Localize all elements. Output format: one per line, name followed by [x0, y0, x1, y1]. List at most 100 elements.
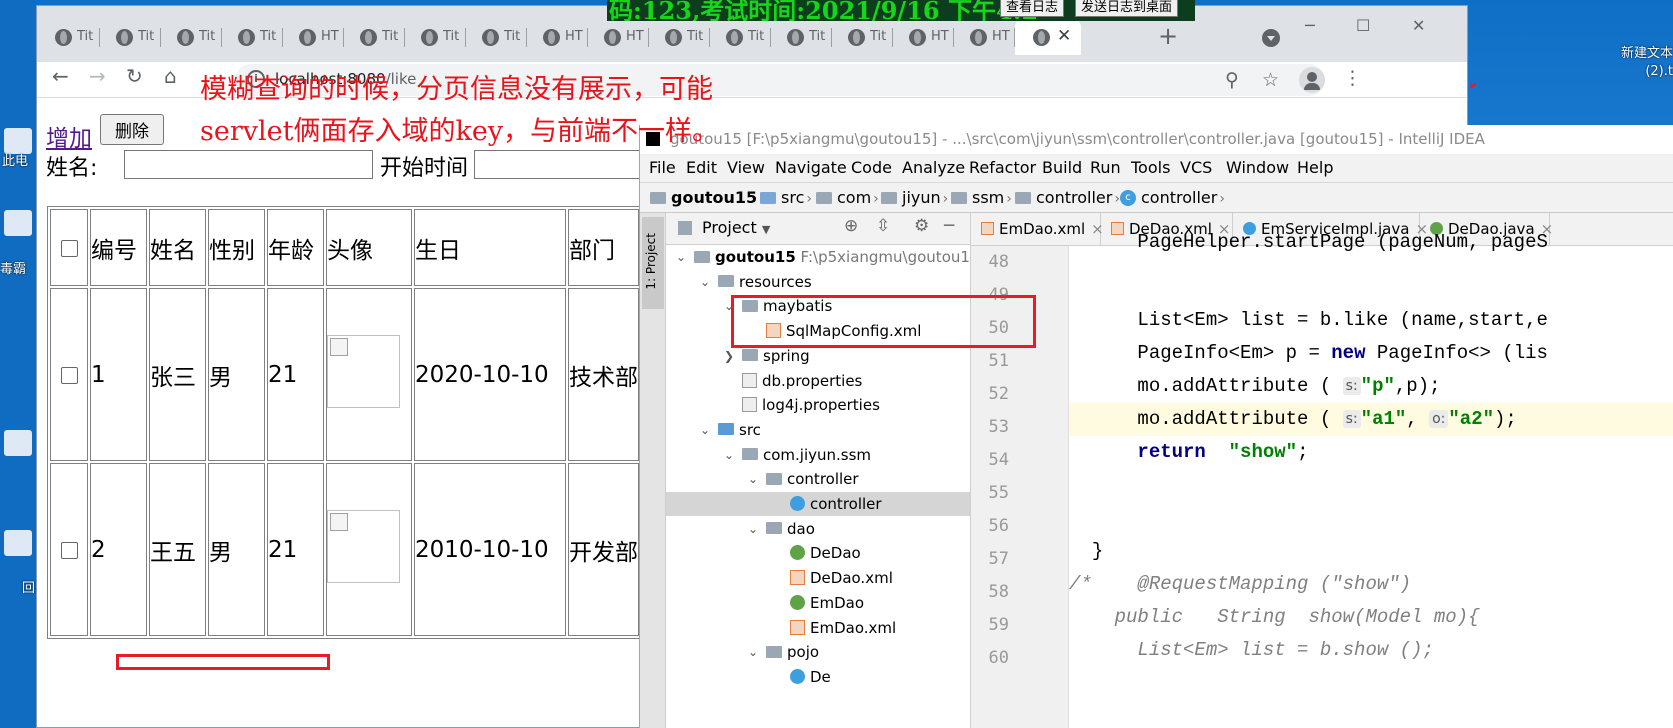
annotation-line-1: 模糊查询的时候，分页信息没有展示，可能 — [200, 74, 713, 105]
tab-item[interactable]: Tit — [98, 19, 161, 55]
tab-item[interactable]: Tit — [403, 19, 466, 55]
breadcrumb-item[interactable]: com › — [816, 188, 881, 207]
tab-item[interactable]: Tit — [159, 19, 222, 55]
expand-arrow-icon[interactable]: ⌄ — [698, 270, 712, 294]
tree-item[interactable]: ⌄ dao — [666, 517, 970, 541]
desktop-file-label[interactable]: 新建文本 (2).t — [1600, 45, 1673, 81]
tree-item[interactable]: log4j.properties — [666, 393, 970, 417]
globe-icon — [604, 29, 621, 46]
tree-item[interactable]: ⌄ goutou15 F:\p5xiangmu\goutou15 — [666, 245, 970, 269]
new-tab-button[interactable]: + — [1158, 22, 1178, 50]
tree-item[interactable]: ⌄ src — [666, 418, 970, 442]
tree-item[interactable]: ⌄ controller — [666, 467, 970, 491]
tab-item[interactable]: Tit — [769, 19, 832, 55]
menu-refactor[interactable]: Refactor — [969, 158, 1036, 177]
menu-view[interactable]: View — [727, 158, 765, 177]
menu-kebab-icon[interactable]: ⋮ — [1343, 67, 1362, 89]
tree-item[interactable]: De — [666, 665, 970, 689]
close-window-icon[interactable]: ✕ — [1412, 16, 1425, 35]
bookmark-star-icon[interactable]: ☆ — [1262, 69, 1279, 91]
locate-icon[interactable]: ⊕ — [844, 216, 858, 236]
tree-item[interactable]: db.properties — [666, 369, 970, 393]
close-tab-icon[interactable]: ✕ — [1057, 26, 1071, 46]
gear-icon[interactable]: ⚙ — [914, 216, 929, 236]
tab-item[interactable]: HT — [891, 19, 954, 55]
tree-item-label: controller — [790, 492, 882, 516]
recycle-bin-icon[interactable] — [4, 530, 32, 556]
menu-window[interactable]: Window — [1226, 158, 1289, 177]
tree-item[interactable]: controller — [666, 492, 970, 516]
tree-item[interactable]: ⌄ com.jiyun.ssm — [666, 443, 970, 467]
tab-item[interactable]: Tit — [37, 19, 100, 55]
project-side-tab[interactable]: 1: Project — [640, 213, 666, 728]
tab-item[interactable]: Tit — [220, 19, 283, 55]
desktop-label: 此电 — [2, 154, 29, 169]
breadcrumb-item[interactable]: goutou15› — [650, 188, 767, 207]
code-area[interactable]: PageHelper.startPage (pageNum, pageS Lis… — [1069, 231, 1673, 728]
desktop-app-icon[interactable] — [4, 430, 32, 456]
tab-item[interactable]: Tit — [647, 19, 710, 55]
row-checkbox[interactable] — [60, 366, 78, 384]
menu-tools[interactable]: Tools — [1131, 158, 1170, 177]
send-log-button[interactable]: 发送日志到桌面 — [1075, 0, 1179, 17]
maximize-icon[interactable]: ☐ — [1356, 16, 1370, 35]
breadcrumb-item[interactable]: controller › — [1015, 188, 1122, 207]
name-input[interactable] — [124, 150, 373, 179]
menu-vcs[interactable]: VCS — [1180, 158, 1212, 177]
expand-arrow-icon[interactable]: ⌄ — [746, 640, 760, 664]
row-checkbox[interactable] — [60, 541, 78, 559]
select-all-checkbox[interactable] — [60, 239, 78, 257]
collapse-all-icon[interactable]: ⇳ — [876, 216, 890, 236]
menu-file[interactable]: File — [649, 158, 676, 177]
reload-icon[interactable]: ↻ — [126, 64, 143, 88]
delete-button[interactable]: 删除 — [100, 114, 164, 145]
desktop-label: 回 — [22, 581, 36, 596]
tab-search-icon[interactable] — [1262, 29, 1280, 47]
project-view-selector[interactable]: Project ▼ — [702, 218, 770, 237]
tab-item[interactable]: HT — [952, 19, 1015, 55]
tab-active[interactable]: ✕ — [1015, 19, 1081, 55]
tab-item[interactable]: Tit — [708, 19, 771, 55]
menu-help[interactable]: Help — [1297, 158, 1333, 177]
tree-item[interactable]: EmDao.xml — [666, 616, 970, 640]
back-icon[interactable]: ← — [52, 64, 69, 88]
antivirus-icon[interactable] — [4, 210, 32, 236]
tab-item[interactable]: HT — [586, 19, 649, 55]
header-cell: 性别 — [208, 209, 265, 286]
breadcrumb-item[interactable]: jiyun › — [881, 188, 950, 207]
menu-edit[interactable]: Edit — [686, 158, 717, 177]
tree-item[interactable]: EmDao — [666, 591, 970, 615]
tab-item[interactable]: Tit — [464, 19, 527, 55]
menu-run[interactable]: Run — [1090, 158, 1121, 177]
tree-item[interactable]: DeDao — [666, 541, 970, 565]
tab-item[interactable]: HT — [525, 19, 588, 55]
minimize-icon[interactable]: ─ — [1305, 16, 1315, 35]
tree-item[interactable]: DeDao.xml — [666, 566, 970, 590]
home-icon[interactable]: ⌂ — [164, 64, 177, 88]
breadcrumb-item[interactable]: c controller › — [1120, 188, 1227, 207]
expand-arrow-icon[interactable]: ⌄ — [674, 245, 688, 269]
expand-arrow-icon[interactable]: ⌄ — [746, 467, 760, 491]
view-log-button[interactable]: 查看日志 — [1000, 0, 1065, 17]
tree-item[interactable]: ⌄ pojo — [666, 640, 970, 664]
breadcrumb-item[interactable]: ssm › — [951, 188, 1014, 207]
profile-avatar-icon[interactable] — [1299, 67, 1325, 93]
menu-code[interactable]: Code — [851, 158, 892, 177]
line-number: 60 — [988, 648, 1009, 668]
tab-item[interactable]: HT — [281, 19, 344, 55]
menu-analyze[interactable]: Analyze — [902, 158, 965, 177]
expand-arrow-icon[interactable]: ⌄ — [698, 418, 712, 442]
zoom-icon[interactable]: ⚲ — [1225, 69, 1239, 91]
hide-panel-icon[interactable]: ─ — [944, 216, 954, 236]
menu-build[interactable]: Build — [1042, 158, 1082, 177]
add-link[interactable]: 增加 — [46, 119, 92, 153]
tab-item[interactable]: Tit — [342, 19, 405, 55]
menu-navigate[interactable]: Navigate — [775, 158, 847, 177]
tab-item[interactable]: Tit — [830, 19, 893, 55]
expand-arrow-icon[interactable]: ⌄ — [722, 443, 736, 467]
folder-icon — [742, 349, 758, 362]
forward-icon[interactable]: → — [89, 64, 106, 88]
tree-item[interactable]: ⌄ resources — [666, 270, 970, 294]
expand-arrow-icon[interactable]: ⌄ — [746, 517, 760, 541]
breadcrumb-item[interactable]: src › — [760, 188, 814, 207]
